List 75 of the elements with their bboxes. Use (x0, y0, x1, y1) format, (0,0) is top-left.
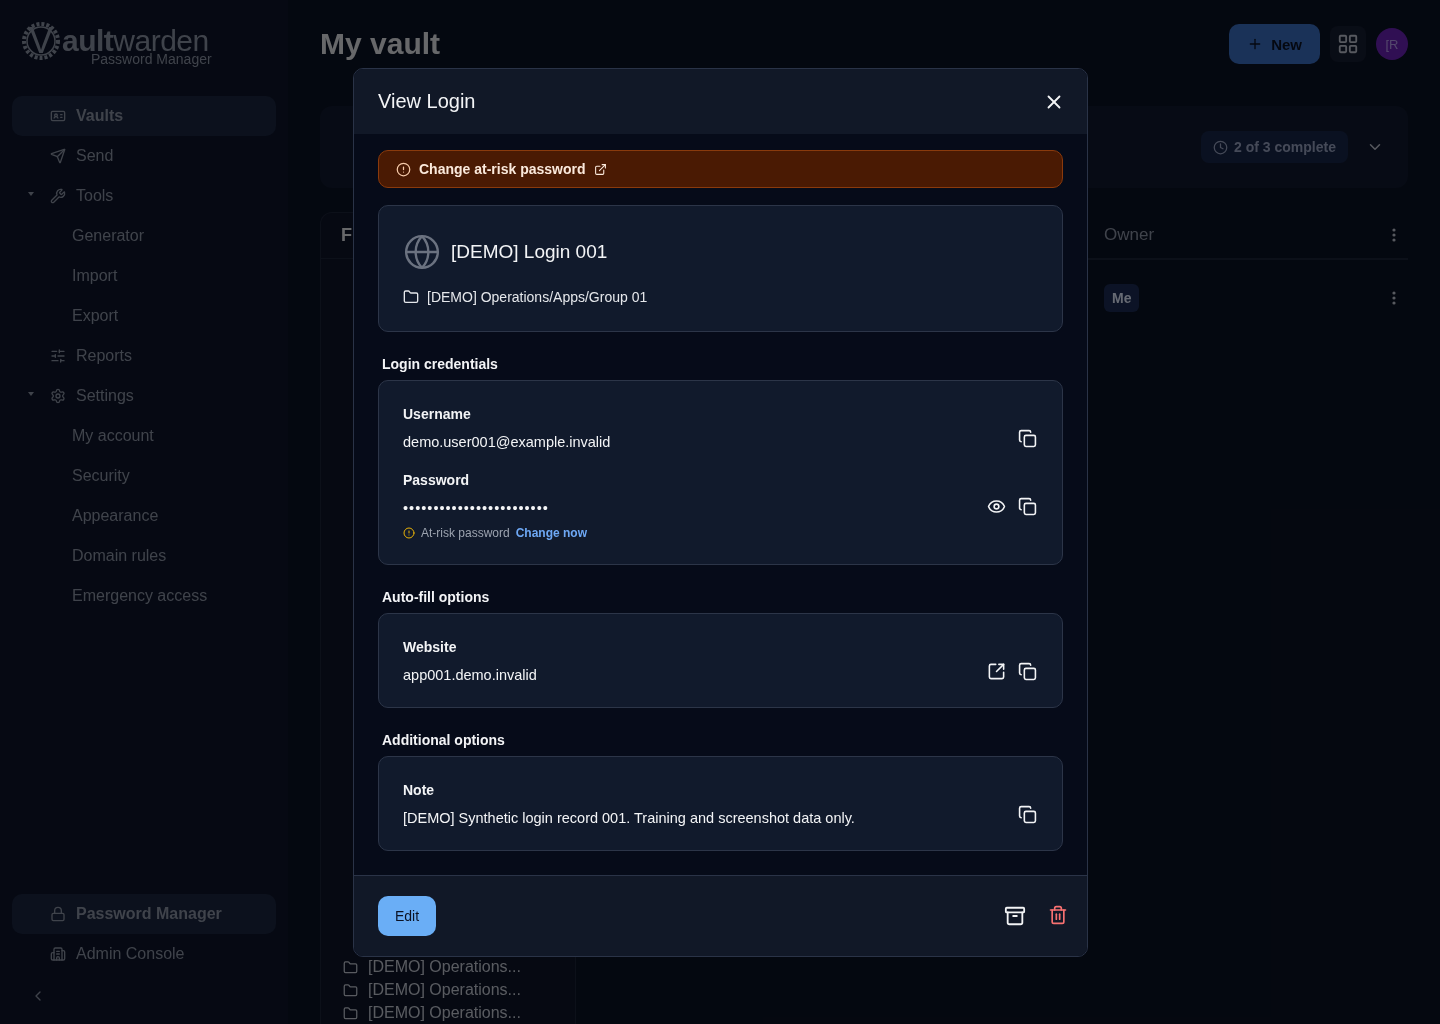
section-heading: Additional options (382, 732, 506, 748)
product-switch-item[interactable]: Admin Console (12, 934, 276, 974)
field-value: •••••••••••••••••••••••• (403, 500, 550, 516)
field-label: Password (403, 472, 471, 488)
kebab-icon (1392, 228, 1396, 242)
copy-button[interactable] (1017, 496, 1038, 517)
folder-icon (343, 1005, 358, 1021)
sidebar-item[interactable]: Send (12, 136, 276, 176)
folder-icon (343, 959, 358, 975)
copy-button[interactable] (1017, 427, 1038, 449)
column-header: Owner (1104, 225, 1155, 245)
sliders-icon (50, 348, 66, 364)
building-icon (50, 946, 66, 962)
clock-icon (1213, 139, 1229, 155)
send-icon (50, 148, 66, 164)
alert-icon (396, 161, 411, 177)
field-value: [DEMO] Synthetic login record 001. Training and screenshot data only. (403, 810, 855, 826)
external-link-icon (593, 162, 607, 176)
kebab-icon (1392, 291, 1396, 305)
change-now-link[interactable]: Change now (515, 526, 588, 540)
avatar[interactable]: [R (1376, 28, 1408, 60)
folder-item[interactable]: [DEMO] Operations... (343, 958, 575, 976)
field-value: app001.demo.invalid (403, 667, 537, 683)
grid-icon (1337, 33, 1359, 55)
sidebar-subitem[interactable]: Emergency access (12, 576, 276, 616)
trash-icon (1048, 905, 1068, 925)
at-risk-banner[interactable]: Change at-risk password (378, 150, 1063, 188)
new-button[interactable]: New (1229, 24, 1320, 64)
copy-icon (1018, 661, 1037, 681)
more-button[interactable] (1392, 291, 1396, 305)
field-value: demo.user001@example.invalid (403, 434, 611, 450)
eye-icon (987, 497, 1006, 516)
field-label: Note (403, 782, 436, 798)
archive-icon (1004, 905, 1026, 927)
launch-icon (987, 661, 1006, 681)
field-label: Website (403, 639, 458, 655)
sidebar-subitem[interactable]: Domain rules (12, 536, 276, 576)
risk-text: At-risk password (421, 526, 510, 540)
copy-icon (1018, 428, 1037, 448)
sidebar-item[interactable]: Reports (12, 336, 276, 376)
sidebar-subitem[interactable]: Generator (12, 216, 276, 256)
dialog-title: View Login (378, 90, 476, 113)
sidebar-subitem[interactable]: Appearance (12, 496, 276, 536)
sidebar-subitem[interactable]: My account (12, 416, 276, 456)
folder-item[interactable]: [DEMO] Operations... (343, 1004, 575, 1022)
copy-icon (1018, 497, 1037, 516)
folder-item[interactable]: [DEMO] Operations... (343, 981, 575, 999)
folder-icon (403, 289, 419, 305)
sidebar-subitem[interactable]: Export (12, 296, 276, 336)
logo-subtitle: Password Manager (91, 51, 212, 67)
edit-button[interactable]: Edit (378, 896, 437, 936)
field-label: Username (403, 406, 472, 422)
copy-button[interactable] (1017, 803, 1038, 825)
card-icon (50, 108, 66, 124)
lock-icon (50, 906, 66, 922)
archive-button[interactable] (1003, 904, 1027, 928)
globe-icon (403, 233, 441, 271)
sidebar-group[interactable]: Tools (12, 176, 276, 216)
sidebar-subitem[interactable]: Import (12, 256, 276, 296)
section-heading: Login credentials (382, 356, 499, 372)
wrench-icon (50, 188, 66, 204)
sidebar-group[interactable]: Settings (12, 376, 276, 416)
settings-icon (50, 388, 66, 404)
sidebar-subitem[interactable]: Security (12, 456, 276, 496)
copy-button[interactable] (1017, 660, 1038, 682)
folder-path: [DEMO] Operations/Apps/Group 01 (427, 289, 648, 305)
apps-button[interactable] (1330, 26, 1366, 62)
progress-status: 2 of 3 complete (1201, 131, 1348, 163)
copy-icon (1018, 804, 1037, 824)
section-heading: Auto-fill options (382, 589, 491, 605)
folder-icon (343, 982, 358, 998)
warning-icon (403, 527, 415, 539)
owner-badge: Me (1104, 284, 1140, 312)
page-title: My vault (320, 27, 442, 61)
more-button[interactable] (1392, 228, 1396, 242)
